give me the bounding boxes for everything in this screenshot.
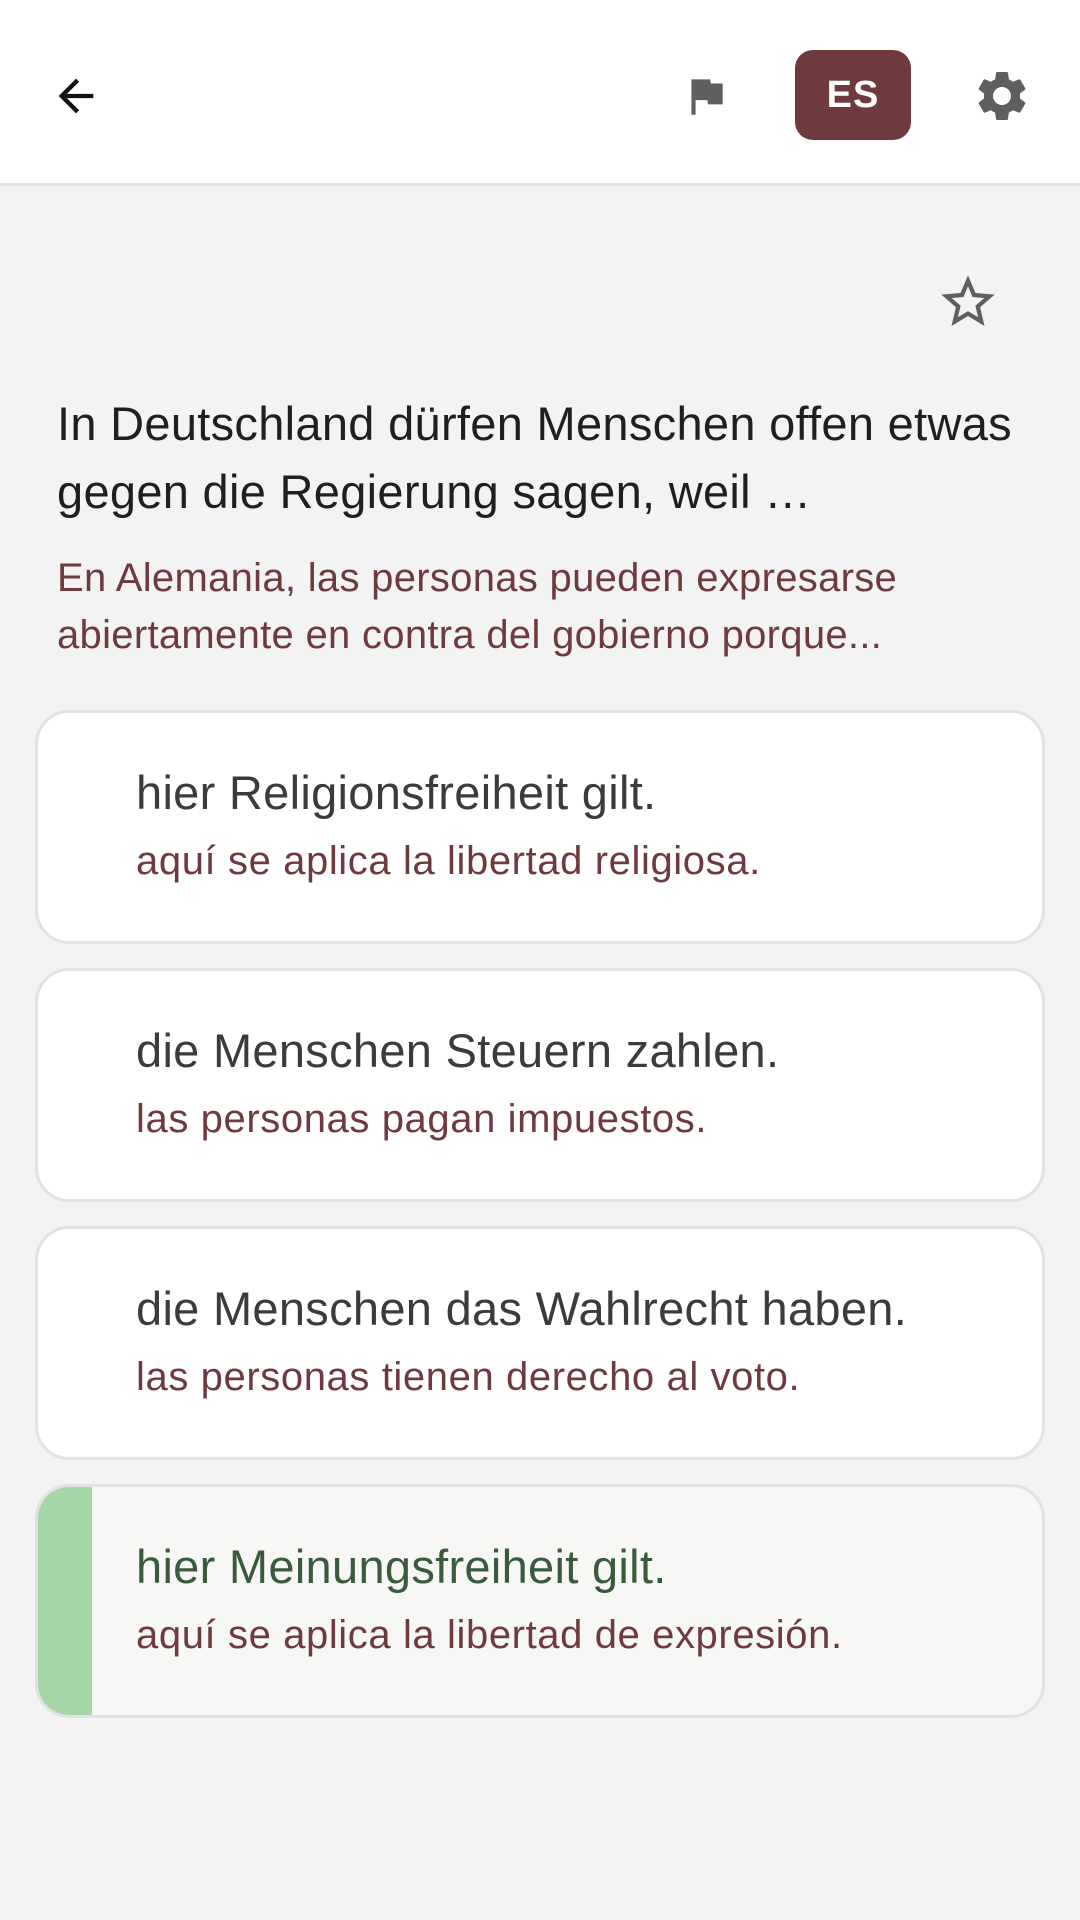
answer-list: hier Religionsfreiheit gilt. aquí se apl…: [35, 710, 1045, 1742]
answer-translation: aquí se aplica la libertad religiosa.: [136, 839, 761, 883]
favorite-button[interactable]: [934, 268, 1002, 336]
correct-indicator: [38, 1487, 92, 1715]
gear-icon: [978, 71, 1026, 120]
language-label: ES: [826, 73, 880, 116]
answer-option-3[interactable]: die Menschen das Wahlrecht haben. las pe…: [35, 1226, 1045, 1460]
question-text: In Deutschland dürfen Menschen offen etw…: [57, 397, 1012, 518]
star-outline-icon: [941, 275, 995, 326]
language-button[interactable]: ES: [795, 50, 911, 140]
answer-translation: aquí se aplica la libertad de expresión.: [136, 1613, 843, 1657]
answer-text: die Menschen das Wahlrecht haben.: [136, 1282, 908, 1335]
answer-translation: las personas pagan impuestos.: [136, 1097, 708, 1141]
arrow-left-icon: [58, 78, 94, 114]
answer-text: die Menschen Steuern zahlen.: [136, 1024, 780, 1077]
answer-option-1[interactable]: hier Religionsfreiheit gilt. aquí se apl…: [35, 710, 1045, 944]
answer-text: hier Meinungsfreiheit gilt.: [136, 1540, 667, 1593]
answer-option-4-correct[interactable]: hier Meinungsfreiheit gilt. aquí se apli…: [35, 1484, 1045, 1718]
question-translation: En Alemania, las personas pueden expresa…: [57, 556, 898, 657]
report-button[interactable]: [672, 62, 740, 130]
answer-text: hier Religionsfreiheit gilt.: [136, 766, 657, 819]
answer-translation: las personas tienen derecho al voto.: [136, 1355, 801, 1399]
settings-button[interactable]: [968, 62, 1036, 130]
app-bar: ES: [0, 0, 1080, 186]
flag-icon: [691, 79, 723, 115]
answer-option-2[interactable]: die Menschen Steuern zahlen. las persona…: [35, 968, 1045, 1202]
back-button[interactable]: [44, 64, 108, 128]
